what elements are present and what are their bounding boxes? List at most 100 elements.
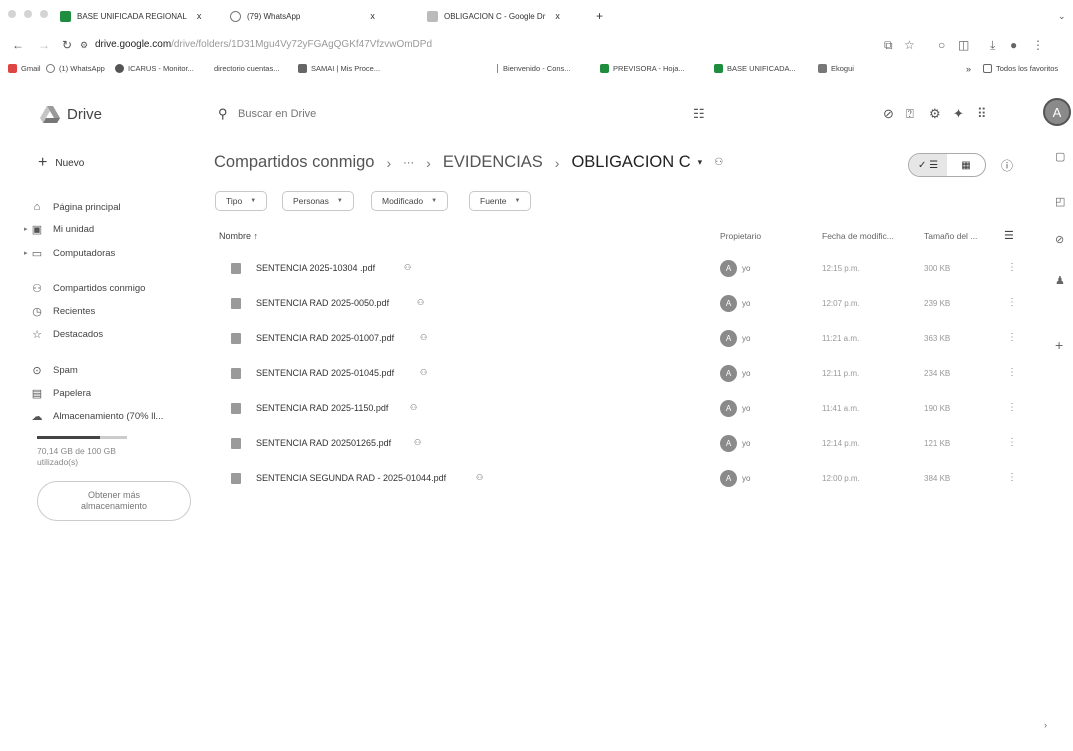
breadcrumb-current[interactable]: OBLIGACION C (571, 153, 690, 172)
breadcrumb-shared[interactable]: Compartidos conmigo (214, 153, 375, 172)
pocket-icon[interactable]: ◫ (958, 38, 969, 52)
expand-icon[interactable]: ▸ (24, 225, 28, 233)
more-actions-icon[interactable]: ⋮ (1007, 297, 1017, 308)
expand-icon[interactable]: ▸ (24, 249, 28, 257)
keep-icon[interactable]: ◰ (1055, 195, 1065, 208)
column-header-name[interactable]: Nombre ↑ (219, 231, 258, 241)
bookmark-item[interactable]: directorio cuentas... (205, 64, 279, 73)
column-header-size[interactable]: Tamaño del ... (924, 231, 977, 241)
table-row[interactable]: SENTENCIA SEGUNDA RAD - 2025-01044.pdf ⚇ A… (214, 465, 1044, 499)
browser-tab[interactable]: BASE UNIFICADA REGIONAL x (60, 6, 201, 26)
bookmark-item[interactable]: (1) WhatsApp (46, 64, 105, 73)
install-icon[interactable]: ⧉ (884, 38, 893, 53)
window-dot[interactable] (24, 10, 32, 18)
get-more-storage-button[interactable]: Obtener más almacenamiento (37, 481, 191, 521)
more-actions-icon[interactable]: ⋮ (1007, 472, 1017, 483)
window-dot[interactable] (8, 10, 16, 18)
sidebar-item-computers[interactable]: ▸ ▭ Computadoras (24, 244, 115, 262)
contacts-icon[interactable]: ♟ (1055, 274, 1065, 287)
grid-view-button[interactable]: ▦ (947, 154, 985, 176)
bookmark-item[interactable]: ICARUS - Monitor... (115, 64, 194, 73)
back-icon[interactable]: ← (12, 38, 24, 52)
browser-tab[interactable]: (79) WhatsApp x (230, 6, 375, 26)
browser-tab-active[interactable]: OBLIGACION C - Google Dr x (427, 6, 560, 26)
new-button[interactable]: + Nuevo (38, 152, 84, 174)
file-name[interactable]: SENTENCIA RAD 2025-0050.pdf (256, 298, 389, 308)
bookmark-item[interactable]: Bienvenido - Cons... (497, 64, 571, 73)
search-options-icon[interactable]: ☷ (693, 106, 705, 122)
extension-icon[interactable]: ○ (938, 38, 945, 52)
file-name[interactable]: SENTENCIA RAD 2025-01007.pdf (256, 333, 394, 343)
file-name[interactable]: SENTENCIA RAD 202501265.pdf (256, 438, 391, 448)
new-tab-button[interactable]: + (596, 6, 603, 26)
table-row[interactable]: SENTENCIA 2025-10304 .pdf ⚇ Ayo 12:15 p.m. 3… (214, 255, 1044, 289)
breadcrumb-evidencias[interactable]: EVIDENCIAS (443, 153, 543, 172)
close-icon[interactable]: x (370, 11, 375, 21)
close-icon[interactable]: x (197, 11, 202, 21)
collapse-panel-icon[interactable]: › (1044, 720, 1047, 730)
site-info-icon[interactable]: ⚙ (80, 40, 88, 51)
tasks-icon[interactable]: ⊘ (1055, 233, 1064, 246)
filter-people[interactable]: Personas ▼ (282, 191, 354, 211)
search-icon[interactable]: ⚲ (218, 106, 228, 122)
url-field[interactable]: drive.google.com/drive/folders/1D31Mgu4V… (95, 39, 432, 50)
column-header-modified[interactable]: Fecha de modific... (822, 231, 894, 241)
breadcrumb-more[interactable]: ··· (403, 157, 414, 169)
menu-icon[interactable]: ⋮ (1032, 38, 1044, 52)
search-input[interactable] (238, 108, 638, 120)
drive-logo-icon[interactable] (40, 106, 60, 123)
table-row[interactable]: SENTENCIA RAD 202501265.pdf ⚇ Ayo 12:14 p.m… (214, 430, 1044, 464)
bookmark-star-icon[interactable]: ☆ (904, 38, 915, 52)
file-name[interactable]: SENTENCIA SEGUNDA RAD - 2025-01044.pdf (256, 473, 446, 483)
sidebar-item-trash[interactable]: ▤ Papelera (30, 384, 91, 402)
sort-arrow-up-icon[interactable]: ↑ (254, 231, 259, 241)
sidebar-item-home[interactable]: ⌂ Página principal (30, 198, 121, 216)
filter-type[interactable]: Tipo ▼ (215, 191, 268, 211)
bookmark-item[interactable]: Gmail (8, 64, 41, 73)
close-icon[interactable]: x (555, 11, 560, 21)
sidebar-item-spam[interactable]: ⊙ Spam (30, 361, 77, 379)
list-view-button[interactable]: ✓ ☰ (909, 154, 947, 176)
file-name[interactable]: SENTENCIA RAD 2025-1150.pdf (256, 403, 388, 413)
table-row[interactable]: SENTENCIA RAD 2025-0050.pdf ⚇ Ayo 12:07 p.m… (214, 290, 1044, 324)
avatar[interactable]: A (1043, 98, 1071, 126)
settings-icon[interactable]: ⚙ (929, 106, 941, 122)
more-actions-icon[interactable]: ⋮ (1007, 262, 1017, 273)
download-icon[interactable]: ⤓ (990, 38, 995, 53)
file-name[interactable]: SENTENCIA RAD 2025-01045.pdf (256, 368, 394, 378)
offline-status-icon[interactable]: ⊘ (883, 106, 894, 122)
sidebar-item-storage[interactable]: ☁ Almacenamiento (70% ll... (30, 407, 164, 425)
more-actions-icon[interactable]: ⋮ (1007, 437, 1017, 448)
sidebar-item-recent[interactable]: ◷ Recientes (30, 302, 95, 320)
table-row[interactable]: SENTENCIA RAD 2025-01007.pdf ⚇ Ayo 11:21 a.… (214, 325, 1044, 359)
sort-options-icon[interactable]: ☰ (1004, 229, 1014, 242)
gemini-icon[interactable]: ✦ (953, 106, 964, 122)
chevron-down-icon[interactable]: ▾ (698, 157, 703, 168)
bookmark-item[interactable]: Ekogui (818, 64, 854, 73)
add-addon-icon[interactable]: + (1055, 337, 1063, 353)
info-icon[interactable]: ⓘ (1001, 157, 1013, 174)
column-header-owner[interactable]: Propietario (720, 231, 761, 241)
profile-icon[interactable]: ● (1010, 38, 1017, 52)
more-actions-icon[interactable]: ⋮ (1007, 367, 1017, 378)
table-row[interactable]: SENTENCIA RAD 2025-01045.pdf ⚇ Ayo 12:11 p.… (214, 360, 1044, 394)
more-actions-icon[interactable]: ⋮ (1007, 402, 1017, 413)
more-actions-icon[interactable]: ⋮ (1007, 332, 1017, 343)
all-favorites[interactable]: Todos los favoritos (983, 64, 1058, 73)
tab-list-icon[interactable]: ⌄ (1058, 6, 1066, 26)
filter-source[interactable]: Fuente ▼ (469, 191, 532, 211)
bookmark-item[interactable]: PREVISORA - Hoja... (600, 64, 685, 73)
bookmark-item[interactable]: SAMAI | Mis Proce... (298, 64, 380, 73)
apps-grid-icon[interactable]: ⠿ (977, 106, 987, 122)
window-dot[interactable] (40, 10, 48, 18)
sidebar-item-my-drive[interactable]: ▸ ▣ Mi unidad (24, 220, 94, 238)
help-icon[interactable]: ⍰ (906, 106, 914, 122)
calendar-icon[interactable]: ▢ (1055, 150, 1065, 163)
bookmarks-overflow-button[interactable]: » (966, 64, 971, 74)
bookmark-item[interactable]: BASE UNIFICADA... (714, 64, 796, 73)
sidebar-item-shared[interactable]: ⚇ Compartidos conmigo (30, 279, 145, 297)
sidebar-item-starred[interactable]: ☆ Destacados (30, 325, 103, 343)
filter-modified[interactable]: Modificado ▼ (371, 191, 449, 211)
reload-icon[interactable]: ↻ (62, 38, 72, 52)
table-row[interactable]: SENTENCIA RAD 2025-1150.pdf ⚇ Ayo 11:41 a.m… (214, 395, 1044, 429)
